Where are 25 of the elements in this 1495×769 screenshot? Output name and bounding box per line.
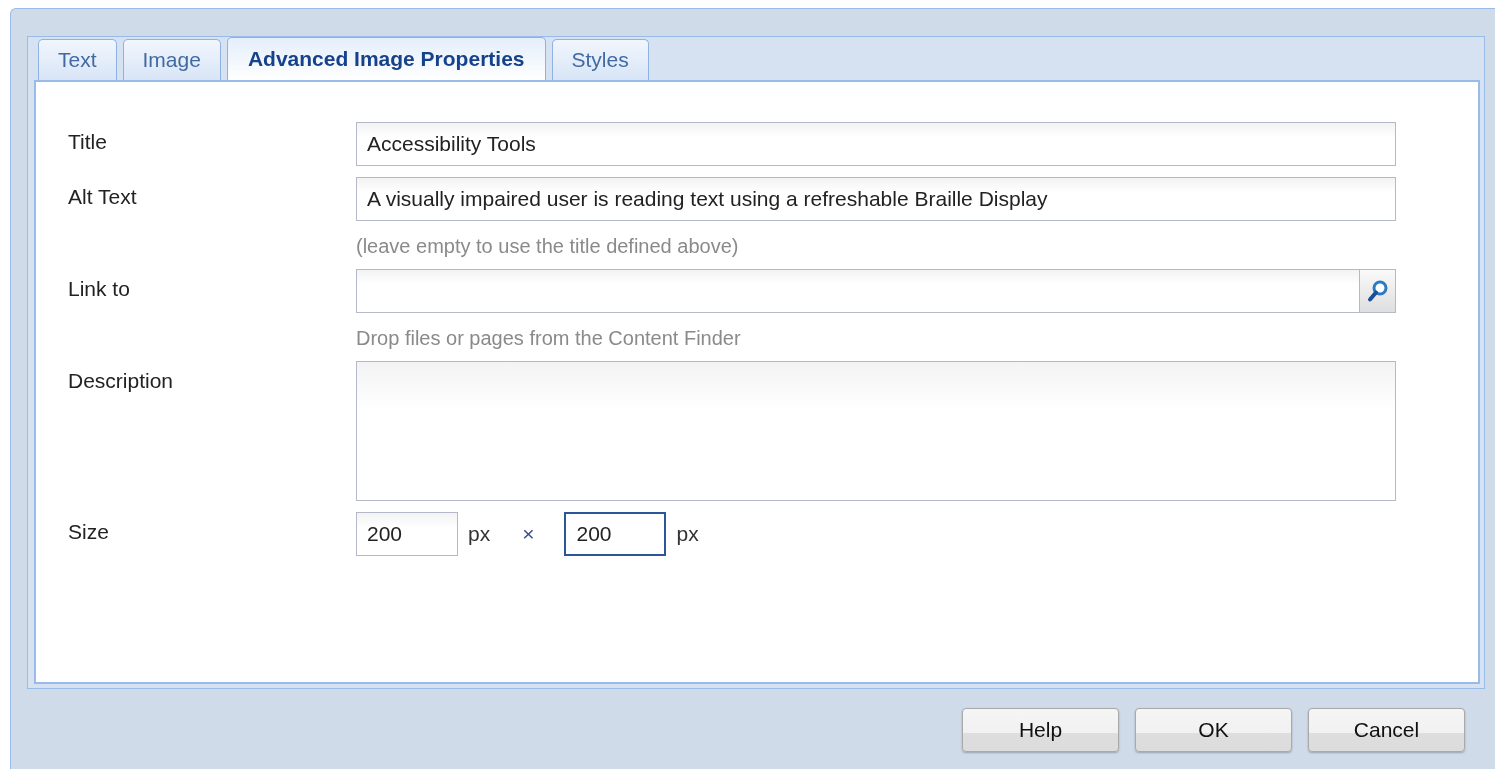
dialog-button[interactable]: Help [962, 708, 1119, 752]
text-field[interactable]: A visually impaired user is reading text using a refreshable Braille Display [356, 177, 1396, 221]
unit-label: px [676, 522, 699, 546]
search-button[interactable] [1359, 269, 1396, 313]
field-label: Description [68, 368, 174, 394]
dialog-button[interactable]: Cancel [1308, 708, 1465, 752]
height-field[interactable]: 200 [564, 512, 667, 556]
unit-label: px [468, 522, 491, 546]
field-hint: (leave empty to use the title defined above) [356, 235, 739, 258]
width-field[interactable]: 200 [356, 512, 458, 556]
field-label: Alt Text [68, 184, 137, 210]
field-label: Size [68, 519, 109, 545]
field-label: Link to [68, 276, 130, 302]
link-field[interactable] [356, 269, 1359, 313]
text-field[interactable]: Accessibility Tools [356, 122, 1396, 166]
field-label: Title [68, 129, 107, 155]
tab[interactable]: Text [38, 39, 117, 80]
field-hint: Drop files or pages from the Content Finder [356, 327, 741, 350]
tab[interactable]: Advanced Image Properties [226, 37, 546, 80]
times-sign: × [522, 522, 535, 546]
tab[interactable]: Image [122, 39, 221, 80]
search-icon [1366, 279, 1389, 303]
dialog-button[interactable]: OK [1135, 708, 1292, 752]
description-field[interactable] [356, 361, 1396, 501]
tab[interactable]: Styles [551, 39, 649, 80]
